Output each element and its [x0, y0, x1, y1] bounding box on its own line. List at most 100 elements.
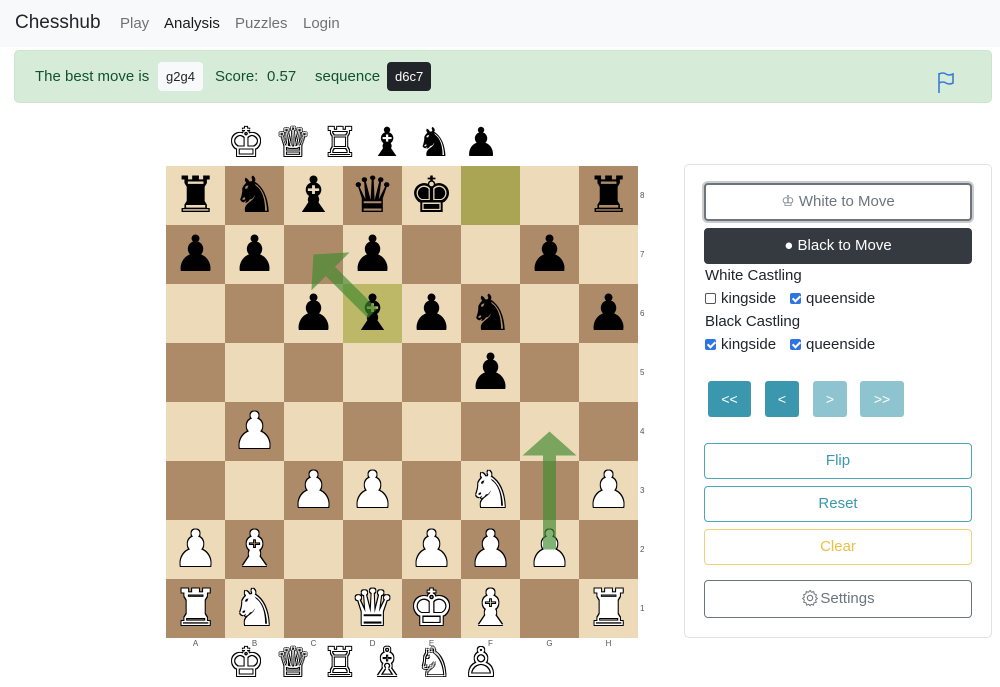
piece-d1[interactable]: ♛	[343, 579, 402, 638]
square-e5[interactable]	[402, 343, 461, 402]
spare-piece-top-white-q[interactable]: ♕	[270, 120, 316, 166]
piece-a8[interactable]: ♜	[166, 166, 225, 225]
piece-e6[interactable]: ♟	[402, 284, 461, 343]
square-h4[interactable]	[579, 402, 638, 461]
spare-piece-bottom-white-p[interactable]: ♙	[458, 640, 504, 686]
square-f8[interactable]	[461, 166, 520, 225]
piece-g7[interactable]: ♟	[520, 225, 579, 284]
spare-piece-bottom-white-n[interactable]: ♘	[411, 640, 457, 686]
piece-a2[interactable]: ♟	[166, 520, 225, 579]
piece-b8[interactable]: ♞	[225, 166, 284, 225]
previous-move-button[interactable]: <	[765, 381, 799, 417]
square-h5[interactable]	[579, 343, 638, 402]
first-move-button[interactable]: <<	[708, 381, 751, 417]
square-a5[interactable]	[166, 343, 225, 402]
square-c2[interactable]	[284, 520, 343, 579]
spare-piece-bottom-white-r[interactable]: ♖	[317, 640, 363, 686]
settings-button[interactable]: Settings	[704, 580, 972, 618]
square-a6[interactable]	[166, 284, 225, 343]
spare-piece-top-white-k[interactable]: ♔	[223, 120, 269, 166]
piece-a1[interactable]: ♜	[166, 579, 225, 638]
clear-button[interactable]: Clear	[704, 529, 972, 565]
square-b5[interactable]	[225, 343, 284, 402]
spare-piece-top-black-n[interactable]: ♞	[411, 120, 457, 166]
piece-f1[interactable]: ♝	[461, 579, 520, 638]
piece-h6[interactable]: ♟	[579, 284, 638, 343]
square-c1[interactable]	[284, 579, 343, 638]
square-g3[interactable]	[520, 461, 579, 520]
square-d5[interactable]	[343, 343, 402, 402]
square-g4[interactable]	[520, 402, 579, 461]
piece-f6[interactable]: ♞	[461, 284, 520, 343]
next-move-button[interactable]: >	[813, 381, 847, 417]
black-queenside-checkbox[interactable]	[790, 339, 801, 350]
square-g1[interactable]	[520, 579, 579, 638]
piece-e1[interactable]: ♚	[402, 579, 461, 638]
black-kingside-checkbox[interactable]	[705, 339, 716, 350]
nav-link-login[interactable]: Login	[303, 15, 340, 32]
piece-a7[interactable]: ♟	[166, 225, 225, 284]
reset-button[interactable]: Reset	[704, 486, 972, 522]
white-queenside-checkbox[interactable]	[790, 293, 801, 304]
piece-g2[interactable]: ♟	[520, 520, 579, 579]
spare-piece-top-white-r[interactable]: ♖	[317, 120, 363, 166]
piece-e2[interactable]: ♟	[402, 520, 461, 579]
spare-piece-top-black-p[interactable]: ♟	[458, 120, 504, 166]
rank-label-3: 3	[640, 486, 645, 495]
square-g8[interactable]	[520, 166, 579, 225]
chess-board[interactable]: ♜ ♞ ♝ ♛ ♚ ♜ ♟ ♟ ♟ ♟ ♟ ♝ ♟ ♞ ♟ ♟ ♟ ♟ ♟ ♞ ♟ ♟ ♝ ♟ ♟ ♟ ♜ ♞ ♛ ♚ ♝ ♜	[166, 166, 638, 638]
last-move-button[interactable]: >>	[860, 381, 904, 417]
spare-piece-top-black-b[interactable]: ♝	[364, 120, 410, 166]
white-castling-title: White Castling	[705, 267, 802, 284]
piece-f5[interactable]: ♟	[461, 343, 520, 402]
square-c7[interactable]	[284, 225, 343, 284]
square-f7[interactable]	[461, 225, 520, 284]
square-g5[interactable]	[520, 343, 579, 402]
nav-link-analysis[interactable]: Analysis	[164, 15, 220, 32]
white-to-move-button[interactable]: ♔ White to Move	[704, 183, 972, 221]
flip-button[interactable]: Flip	[704, 443, 972, 479]
piece-e8[interactable]: ♚	[402, 166, 461, 225]
square-b3[interactable]	[225, 461, 284, 520]
nav-link-play[interactable]: Play	[120, 15, 149, 32]
piece-c8[interactable]: ♝	[284, 166, 343, 225]
square-d4[interactable]	[343, 402, 402, 461]
piece-d7[interactable]: ♟	[343, 225, 402, 284]
spare-piece-bottom-white-b[interactable]: ♗	[364, 640, 410, 686]
square-f4[interactable]	[461, 402, 520, 461]
square-a3[interactable]	[166, 461, 225, 520]
square-c5[interactable]	[284, 343, 343, 402]
piece-d3[interactable]: ♟	[343, 461, 402, 520]
piece-h8[interactable]: ♜	[579, 166, 638, 225]
piece-c6[interactable]: ♟	[284, 284, 343, 343]
piece-h1[interactable]: ♜	[579, 579, 638, 638]
white-kingside-checkbox[interactable]	[705, 293, 716, 304]
piece-b4[interactable]: ♟	[225, 402, 284, 461]
square-b6[interactable]	[225, 284, 284, 343]
square-h2[interactable]	[579, 520, 638, 579]
flag-icon[interactable]	[937, 72, 955, 94]
spare-piece-bottom-white-k[interactable]: ♔	[223, 640, 269, 686]
nav-link-puzzles[interactable]: Puzzles	[235, 15, 288, 32]
piece-d8[interactable]: ♛	[343, 166, 402, 225]
square-e7[interactable]	[402, 225, 461, 284]
square-c4[interactable]	[284, 402, 343, 461]
white-kingside-label: kingside	[721, 290, 777, 307]
piece-b2[interactable]: ♝	[225, 520, 284, 579]
piece-b1[interactable]: ♞	[225, 579, 284, 638]
square-g6[interactable]	[520, 284, 579, 343]
spare-piece-bottom-white-q[interactable]: ♕	[270, 640, 316, 686]
brand-logo[interactable]: Chesshub	[15, 12, 101, 34]
piece-f3[interactable]: ♞	[461, 461, 520, 520]
piece-f2[interactable]: ♟	[461, 520, 520, 579]
square-e4[interactable]	[402, 402, 461, 461]
piece-c3[interactable]: ♟	[284, 461, 343, 520]
black-to-move-button[interactable]: ● Black to Move	[704, 228, 972, 264]
square-a4[interactable]	[166, 402, 225, 461]
piece-d6[interactable]: ♝	[343, 284, 402, 343]
piece-b7[interactable]: ♟	[225, 225, 284, 284]
square-e3[interactable]	[402, 461, 461, 520]
piece-h3[interactable]: ♟	[579, 461, 638, 520]
square-h7[interactable]	[579, 225, 638, 284]
square-d2[interactable]	[343, 520, 402, 579]
